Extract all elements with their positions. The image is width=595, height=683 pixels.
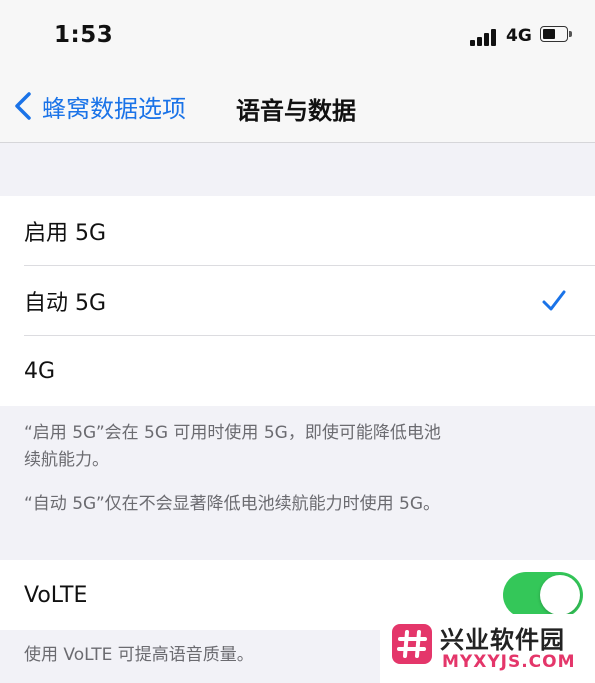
network-type: 4G — [506, 26, 532, 46]
footnote-5g: “启用 5G”会在 5G 可用时使用 5G，即使可能降低电池 续航能力。 “自动… — [24, 420, 544, 518]
back-label: 蜂窝数据选项 — [42, 94, 186, 123]
back-button[interactable]: 蜂窝数据选项 — [10, 88, 186, 124]
option-label: 4G — [24, 358, 56, 384]
option-label: 自动 5G — [24, 291, 107, 316]
footnote-line: “自动 5G”仅在不会显著降低电池续航能力时使用 5G。 — [24, 494, 441, 514]
volte-label: VoLTE — [24, 582, 88, 608]
chevron-left-icon — [15, 92, 31, 120]
footnote-line: 续航能力。 — [24, 450, 109, 470]
navigation-bar: 蜂窝数据选项 语音与数据 — [0, 72, 595, 143]
option-enable-5g[interactable]: 启用 5G — [0, 196, 595, 266]
page-title: 语音与数据 — [236, 97, 356, 125]
battery-icon — [540, 26, 574, 44]
signal-bars-icon — [470, 28, 500, 46]
status-time: 1:53 — [54, 22, 114, 48]
checkmark-icon — [542, 290, 566, 311]
footnote-line: “启用 5G”会在 5G 可用时使用 5G，即使可能降低电池 — [24, 423, 441, 443]
watermark-url: MYXYJS.COM — [442, 652, 576, 672]
watermark-name: 兴业软件园 — [440, 626, 565, 654]
option-label: 启用 5G — [24, 221, 107, 246]
option-4g[interactable]: 4G — [0, 336, 595, 406]
option-auto-5g[interactable]: 自动 5G — [0, 266, 595, 336]
hash-logo-icon — [392, 624, 432, 664]
watermark: 兴业软件园 MYXYJS.COM — [380, 614, 595, 683]
network-options-group: 启用 5G 自动 5G 4G — [0, 196, 595, 406]
status-bar: 1:53 4G — [0, 0, 595, 72]
volte-toggle[interactable] — [503, 572, 583, 618]
